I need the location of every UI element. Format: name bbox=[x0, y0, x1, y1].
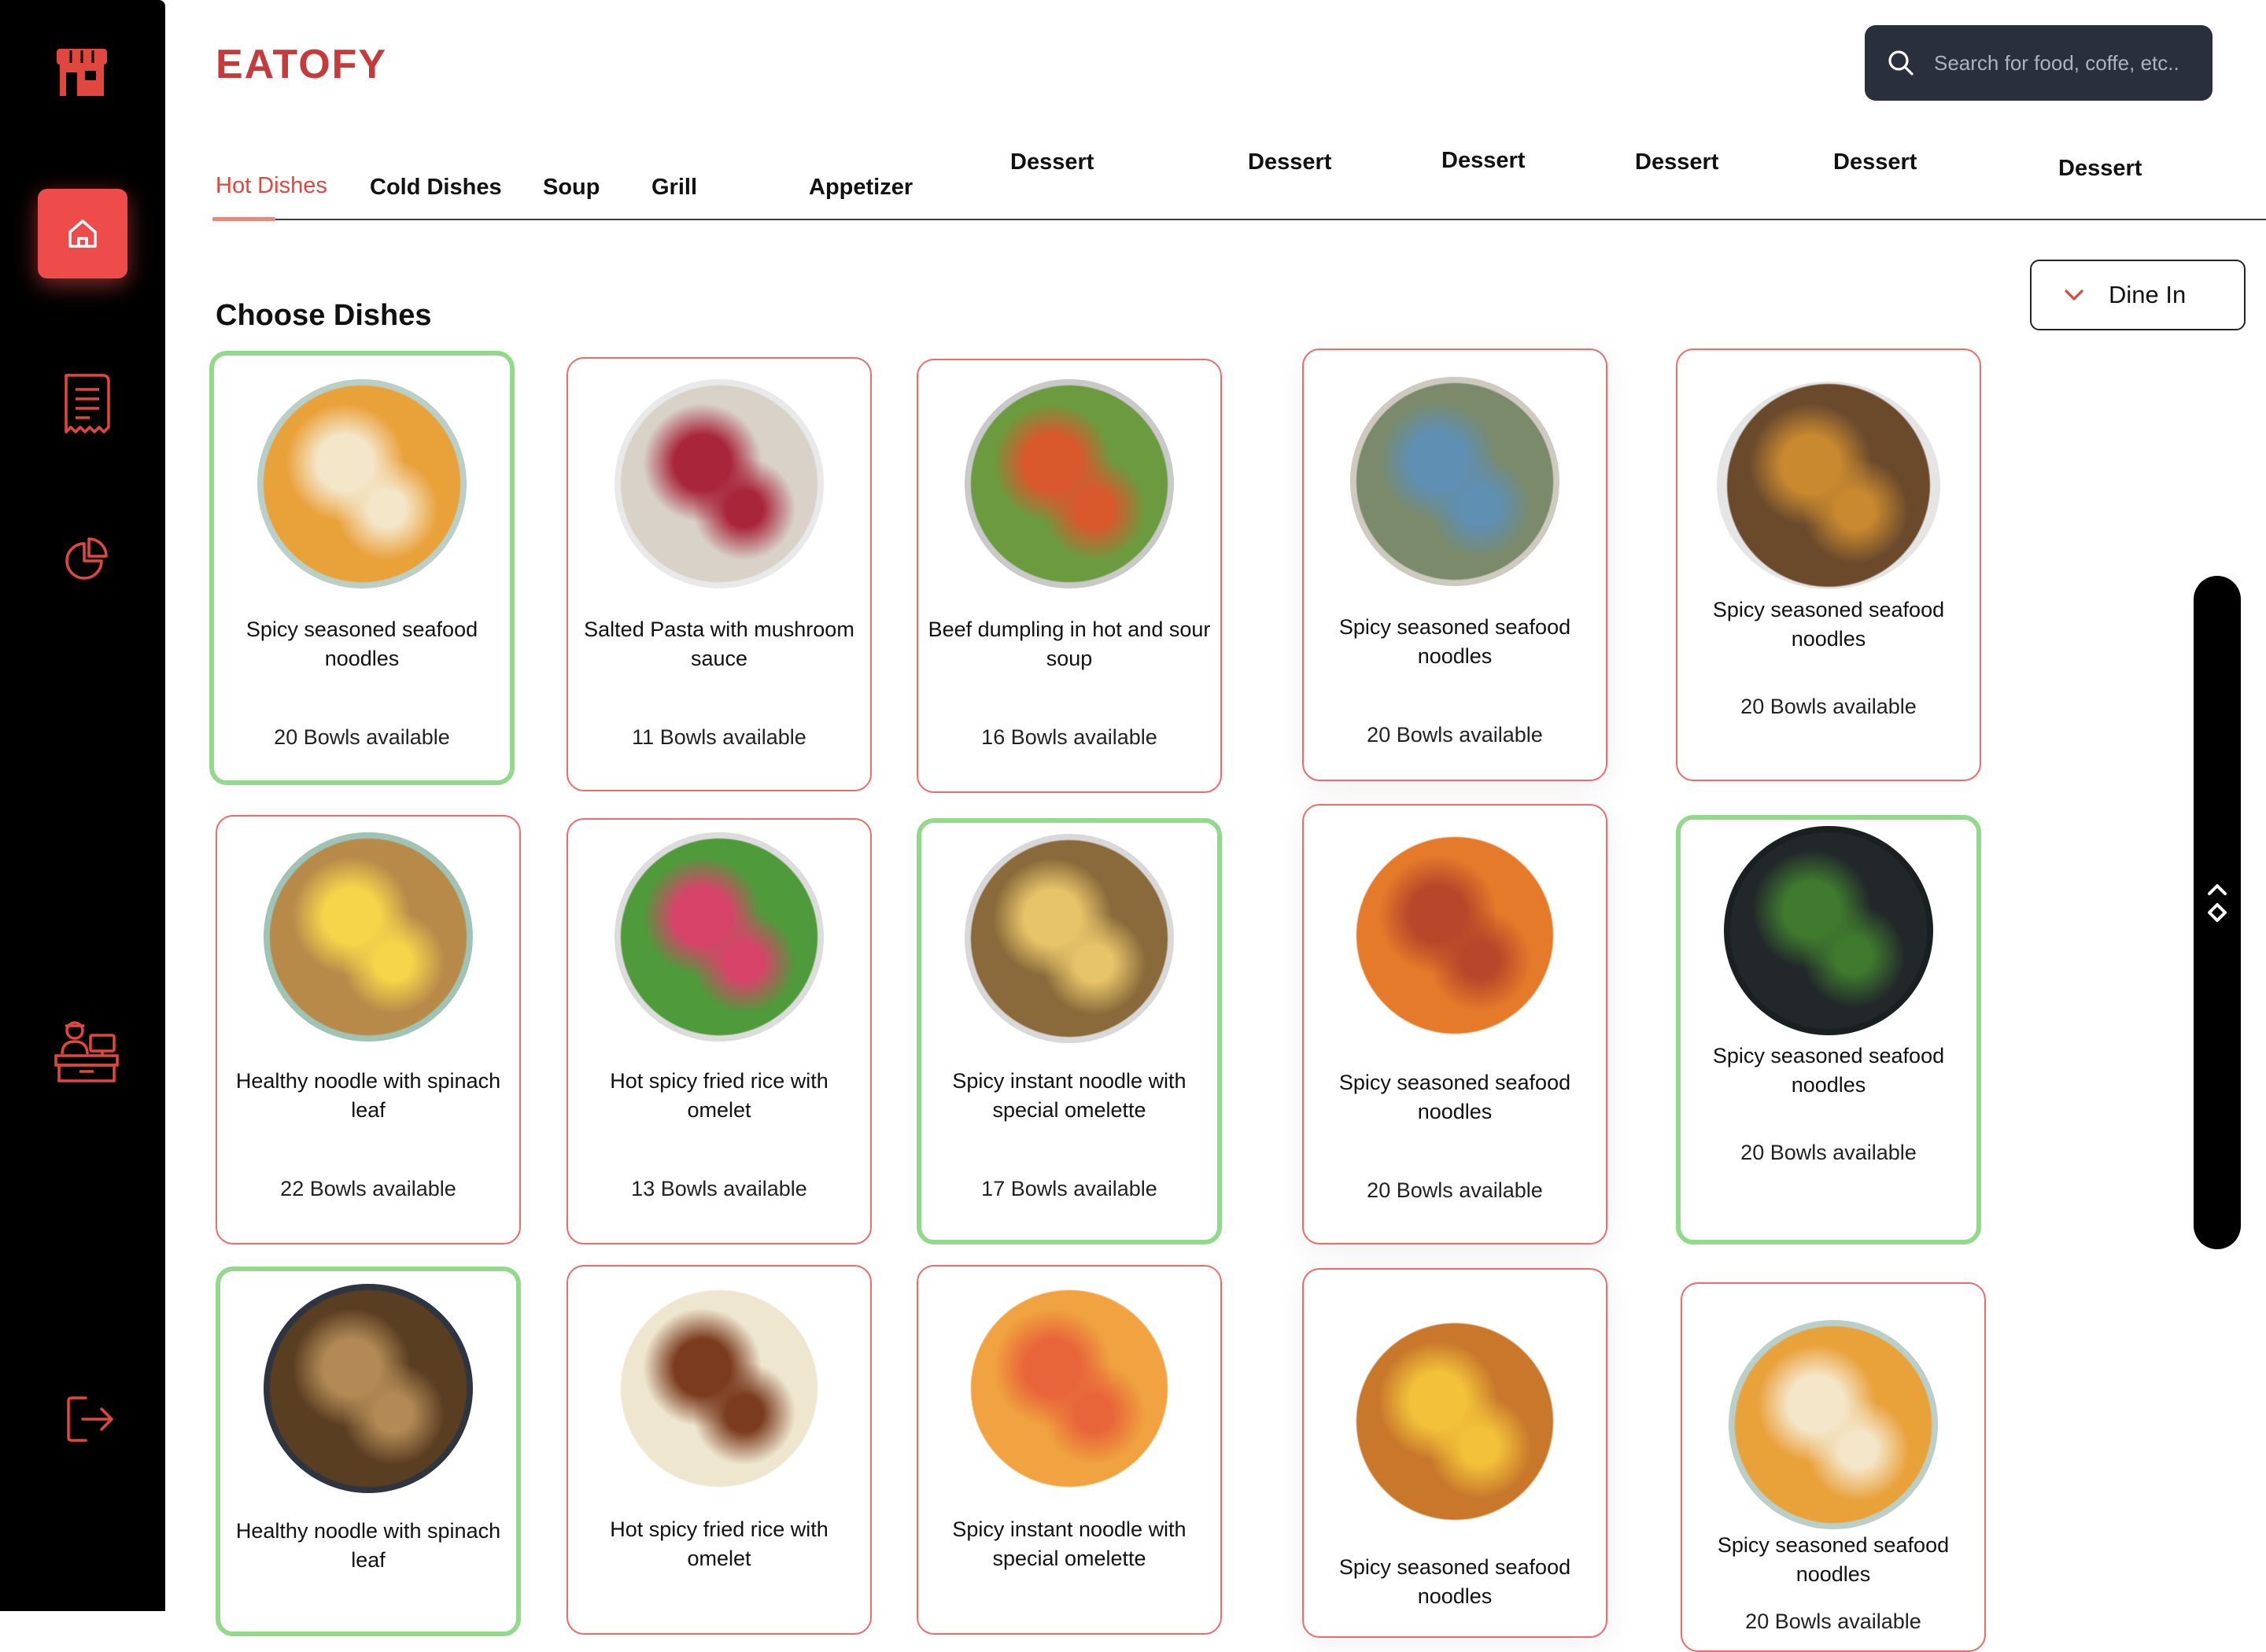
dish-card[interactable]: Beef dumpling in hot and sour soup 16 Bo… bbox=[917, 359, 1222, 793]
dish-card[interactable]: Spicy instant noodle with special omelet… bbox=[917, 1265, 1222, 1635]
app-brand: EATOFY bbox=[216, 42, 388, 87]
dish-availability: 20 Bowls available bbox=[1740, 1141, 1917, 1164]
tab-dessert[interactable]: Dessert bbox=[1248, 149, 1331, 175]
logout-icon[interactable] bbox=[57, 1386, 123, 1452]
search-bar[interactable] bbox=[1865, 25, 2212, 101]
pie-chart-icon[interactable] bbox=[58, 529, 116, 587]
scroll-arrows-icon bbox=[2208, 884, 2227, 922]
dish-image bbox=[965, 834, 1174, 1043]
dish-name: Salted Pasta with mushroom sauce bbox=[584, 618, 854, 670]
dish-name: Beef dumpling in hot and sour soup bbox=[928, 618, 1211, 670]
dish-name: Spicy seasoned seafood noodles bbox=[1717, 1533, 1950, 1586]
dish-availability: 11 Bowls available bbox=[632, 725, 806, 749]
chevron-down-icon bbox=[2065, 289, 2083, 301]
dish-name: Hot spicy fried rice with omelet bbox=[610, 1517, 829, 1570]
receipt-icon[interactable] bbox=[55, 368, 118, 439]
tab-dessert[interactable]: Dessert bbox=[1010, 149, 1094, 175]
search-icon bbox=[1888, 50, 1914, 76]
tab-soup[interactable]: Soup bbox=[543, 175, 600, 201]
dish-availability: 16 Bowls available bbox=[981, 725, 1157, 749]
dish-card[interactable]: Spicy seasoned seafood noodles 20 Bowls … bbox=[1676, 348, 1981, 781]
dish-card[interactable]: Hot spicy fried rice with omelet 13 Bowl… bbox=[566, 818, 872, 1245]
dish-availability: 20 Bowls available bbox=[1740, 695, 1917, 718]
tab-grill[interactable]: Grill bbox=[651, 175, 697, 201]
home-button[interactable] bbox=[38, 189, 127, 278]
dish-availability: 20 Bowls available bbox=[1367, 723, 1543, 747]
dish-availability: 20 Bowls available bbox=[1745, 1610, 1921, 1633]
dish-card[interactable]: Spicy seasoned seafood noodles 20 Bowls … bbox=[209, 351, 515, 785]
dish-card[interactable]: Salted Pasta with mushroom sauce 11 Bowl… bbox=[566, 357, 872, 791]
tab-cold-dishes[interactable]: Cold Dishes bbox=[370, 175, 502, 201]
tab-dessert[interactable]: Dessert bbox=[1833, 149, 1917, 175]
tab-dessert[interactable]: Dessert bbox=[1635, 149, 1718, 175]
dish-image bbox=[1350, 831, 1559, 1040]
dish-availability: 20 Bowls available bbox=[274, 725, 450, 749]
dish-card[interactable]: Spicy instant noodle with special omelet… bbox=[917, 818, 1222, 1245]
tab-hot-dishes[interactable]: Hot Dishes bbox=[216, 173, 327, 199]
dish-name: Spicy instant noodle with special omelet… bbox=[952, 1517, 1187, 1570]
dish-name: Spicy seasoned seafood noodles bbox=[245, 618, 478, 670]
tab-appetizer[interactable]: Appetizer bbox=[809, 175, 913, 201]
dish-image bbox=[1724, 826, 1933, 1035]
dish-card[interactable]: Spicy seasoned seafood noodles 20 Bowls … bbox=[1302, 804, 1607, 1245]
dish-image bbox=[1729, 1320, 1938, 1529]
dish-card[interactable]: Healthy noodle with spinach leaf 22 Bowl… bbox=[216, 815, 521, 1245]
dish-image bbox=[257, 379, 467, 588]
dish-name: Spicy instant noodle with special omelet… bbox=[952, 1069, 1187, 1122]
scroll-handle[interactable] bbox=[2194, 576, 2241, 1249]
store-icon[interactable] bbox=[49, 41, 115, 104]
active-tab-indicator bbox=[212, 217, 275, 221]
section-title: Choose Dishes bbox=[216, 299, 432, 332]
tab-dessert[interactable]: Dessert bbox=[1441, 148, 1525, 174]
sidebar bbox=[0, 0, 165, 1611]
dish-name: Spicy seasoned seafood noodles bbox=[1338, 615, 1571, 668]
tab-dessert[interactable]: Dessert bbox=[2058, 156, 2142, 182]
dish-availability: 17 Bowls available bbox=[981, 1177, 1157, 1200]
dish-name: Hot spicy fried rice with omelet bbox=[610, 1069, 829, 1122]
dish-name: Spicy seasoned seafood noodles bbox=[1338, 1071, 1571, 1123]
tab-divider bbox=[212, 219, 2266, 220]
search-input[interactable] bbox=[1932, 50, 2192, 76]
order-type-label: Dine In bbox=[2109, 281, 2187, 308]
dish-name: Healthy noodle with spinach leaf bbox=[235, 1519, 501, 1572]
home-icon bbox=[68, 219, 97, 248]
dish-image bbox=[614, 379, 824, 588]
dish-image bbox=[264, 832, 473, 1042]
dish-availability: 22 Bowls available bbox=[280, 1177, 456, 1200]
dish-card[interactable]: Spicy seasoned seafood noodles 20 Bowls … bbox=[1302, 348, 1607, 781]
dish-image bbox=[965, 379, 1174, 588]
order-type-select[interactable]: Dine In bbox=[2030, 260, 2246, 330]
dish-image bbox=[614, 832, 824, 1042]
dish-card[interactable]: Hot spicy fried rice with omelet bbox=[566, 1265, 872, 1635]
dish-name: Spicy seasoned seafood noodles bbox=[1712, 598, 1945, 651]
dish-image bbox=[1350, 377, 1559, 586]
dish-card[interactable]: Spicy seasoned seafood noodles bbox=[1302, 1268, 1607, 1638]
dish-image bbox=[965, 1284, 1174, 1493]
dish-name: Spicy seasoned seafood noodles bbox=[1712, 1044, 1945, 1097]
cashier-icon[interactable] bbox=[47, 1013, 126, 1087]
dish-image bbox=[1350, 1317, 1559, 1526]
dish-image bbox=[614, 1284, 824, 1493]
dish-name: Healthy noodle with spinach leaf bbox=[235, 1069, 501, 1122]
dish-name: Spicy seasoned seafood noodles bbox=[1338, 1555, 1571, 1608]
dish-card[interactable]: Healthy noodle with spinach leaf bbox=[216, 1267, 521, 1636]
dish-availability: 13 Bowls available bbox=[631, 1177, 807, 1200]
dish-availability: 20 Bowls available bbox=[1367, 1178, 1543, 1202]
dish-card[interactable]: Spicy seasoned seafood noodles 20 Bowls … bbox=[1676, 815, 1981, 1245]
dish-image bbox=[264, 1284, 473, 1493]
dish-card[interactable]: Spicy seasoned seafood noodles 20 Bowls … bbox=[1681, 1282, 1986, 1652]
dish-image bbox=[1717, 382, 1940, 589]
